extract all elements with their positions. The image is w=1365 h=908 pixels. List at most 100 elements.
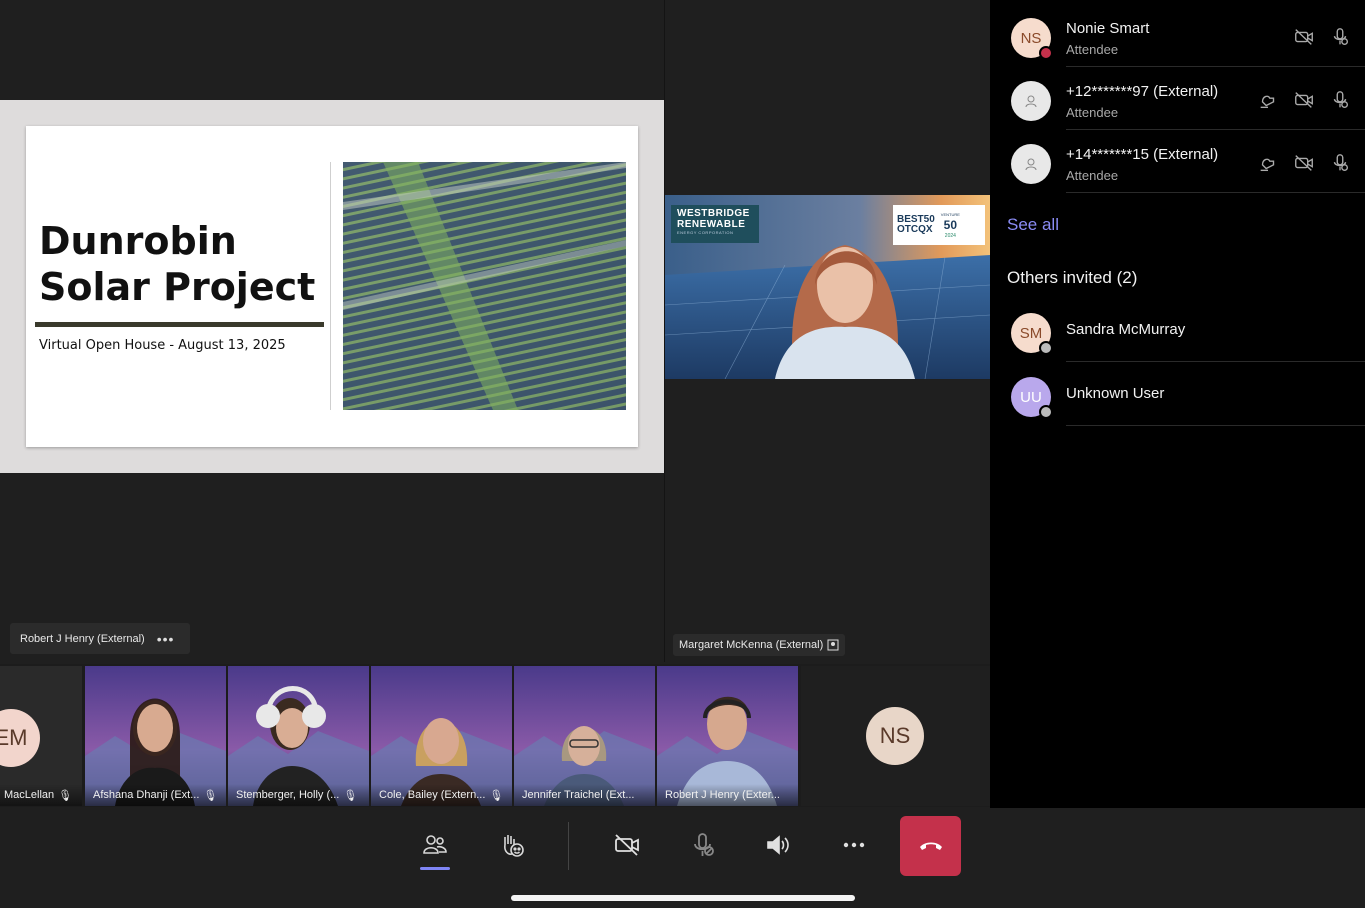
otcqx-badge-line2: OTCQX [897,224,933,235]
logo-line1: WESTBRIDGE [677,208,750,219]
slide-title-line2: Solar Project [39,265,316,309]
speaker-video[interactable]: WESTBRIDGE RENEWABLE ENERGY CORPORATION … [665,195,990,379]
slide-title-line1: Dunrobin [39,219,237,263]
status-badge [1039,46,1053,60]
invited-row[interactable]: UU Unknown User [990,363,1365,426]
participant-name: Afshana Dhanji (Ext... 🎙 [85,784,226,806]
mic-off-icon: 🎙 [489,789,504,802]
mic-off-icon[interactable] [1329,89,1351,111]
participants-button[interactable] [412,822,458,868]
participant-name-text: Robert J Henry (Exter... [665,789,780,801]
attendee-role: Attendee [1066,105,1119,120]
invited-name: Sandra McMurray [1066,321,1186,338]
participant-name-text: Afshana Dhanji (Ext... [93,789,200,801]
person-icon [1025,158,1037,171]
attendee-row[interactable]: NS Nonie Smart Attendee [990,4,1365,67]
avatar-initials: NS [1020,29,1042,47]
attendee-row[interactable]: +14*******15 (External) Attendee [990,130,1365,193]
participants-panel: NS Nonie Smart Attendee +12*******97 (Ex… [990,0,1365,808]
slide-rule [35,322,324,327]
avatar-initials: UU [1020,388,1042,406]
people-icon [423,835,447,854]
participant-name-text: Stemberger, Holly (... [236,789,340,801]
participant-tile[interactable]: Afshana Dhanji (Ext... 🎙 [85,666,226,806]
participant-name: MacLellan 🎙 [0,784,82,806]
status-badge [1039,405,1053,419]
avatar-initials: SM [1019,324,1043,342]
row-divider [1066,361,1365,362]
avatar [1011,81,1051,121]
logo-line3: ENERGY CORPORATION [677,230,734,235]
solar-farm-photo [343,162,626,410]
camera-toggle-button[interactable] [604,822,650,868]
camera-off-icon[interactable] [1293,89,1315,111]
mic-off-icon: 🎙 [343,789,358,802]
participant-filmstrip[interactable]: EM MacLellan 🎙 Afshana Dhanji (Ext... 🎙 St… [0,664,990,807]
venture-badge-year: 2024 [944,232,956,239]
more-options-icon[interactable]: ••• [157,631,175,647]
avatar: SM [1011,313,1053,355]
leave-call-button[interactable] [900,816,961,876]
attendee-role: Attendee [1066,42,1119,57]
mic-off-icon[interactable] [1329,152,1351,174]
mic-off-icon[interactable] [1329,26,1351,48]
attendee-name: Nonie Smart [1066,20,1150,37]
slide-divider [330,162,331,410]
participant-tile[interactable]: Robert J Henry (Exter... [657,666,798,806]
raise-hand-emoji-icon [504,835,524,857]
attendee-row[interactable]: +12*******97 (External) Attendee [990,67,1365,130]
toolbar-divider [568,822,569,870]
participant-name: Jennifer Traichel (Ext... [514,784,655,806]
attendee-actions [1293,26,1351,48]
attendee-role: Attendee [1066,168,1119,183]
speaker-name: Margaret McKenna (External) [679,639,824,651]
ellipsis-icon [843,842,865,848]
row-divider [1066,192,1365,193]
speaker-button[interactable] [755,822,801,868]
meeting-stage: Dunrobin Solar Project Virtual Open Hous… [0,0,990,808]
raise-hand-icon[interactable] [1257,89,1279,111]
participant-tile[interactable]: EM MacLellan 🎙 [0,666,82,806]
mic-icon: 🎙 [58,789,73,802]
others-invited-heading: Others invited (2) [1007,268,1138,287]
mic-toggle-button[interactable] [680,822,726,868]
participant-tile[interactable]: NS [801,666,990,806]
mic-off-icon: 🎙 [203,789,218,802]
participant-tile[interactable]: Cole, Bailey (Extern... 🎙 [371,666,512,806]
avatar: NS [866,707,924,765]
speaker-name-label: Margaret McKenna (External) [673,634,846,656]
participant-name: Cole, Bailey (Extern... 🎙 [371,784,512,806]
participant-name-text: Jennifer Traichel (Ext... [522,789,635,801]
status-badge [1039,341,1053,355]
attendee-actions [1257,89,1351,111]
logo-line2: RENEWABLE [677,219,746,230]
slide-title: Dunrobin Solar Project [39,218,315,310]
presenter-icon [827,639,839,651]
reactions-button[interactable] [489,822,535,868]
see-all-link[interactable]: See all [1007,215,1059,235]
home-indicator[interactable] [511,895,855,901]
invited-row[interactable]: SM Sandra McMurray [990,299,1365,362]
more-actions-button[interactable] [831,822,877,868]
venture-badge-number: 50 [943,217,958,232]
participant-tile[interactable]: Jennifer Traichel (Ext... [514,666,655,806]
participant-name: Robert J Henry (Exter... [657,784,798,806]
avatar: EM [0,709,40,767]
award-badges: BEST50 OTCQX VENTURE 50 2024 [893,205,985,245]
raise-hand-icon[interactable] [1257,152,1279,174]
participant-tile[interactable]: Stemberger, Holly (... 🎙 [228,666,369,806]
shared-presentation[interactable]: Dunrobin Solar Project Virtual Open Hous… [0,100,664,473]
otcqx-badge: BEST50 OTCQX [897,215,935,235]
speaker-volume-icon [767,835,789,855]
presenter-label[interactable]: Robert J Henry (External) ••• [10,623,190,654]
participant-name-text: MacLellan [4,789,55,801]
participant-name-text: Cole, Bailey (Extern... [379,789,486,801]
camera-off-icon [615,834,639,856]
camera-off-icon[interactable] [1293,152,1315,174]
attendee-actions [1257,152,1351,174]
avatar [1011,144,1051,184]
attendee-name: +12*******97 (External) [1066,83,1219,100]
avatar: NS [1011,18,1053,60]
camera-off-icon[interactable] [1293,26,1315,48]
hang-up-icon [919,842,942,850]
